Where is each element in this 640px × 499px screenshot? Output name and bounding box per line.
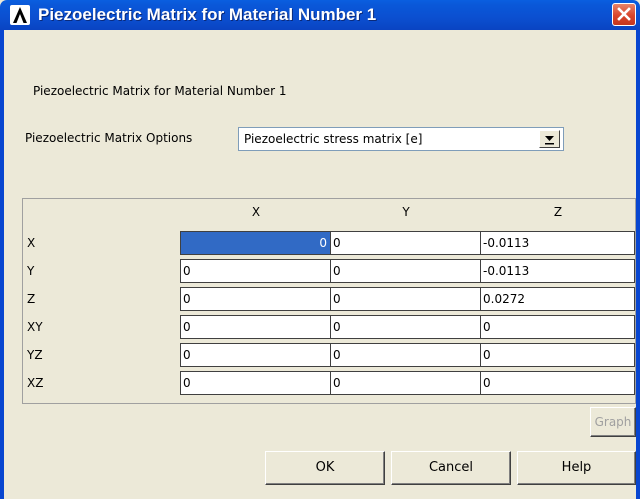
cell-xy-y[interactable]: 0 bbox=[330, 315, 482, 339]
cell-yz-y[interactable]: 0 bbox=[330, 343, 482, 367]
cell-z-x[interactable]: 0 bbox=[180, 287, 332, 311]
row-label-y: Y bbox=[27, 264, 35, 278]
cell-y-y[interactable]: 0 bbox=[330, 259, 482, 283]
window-title: Piezoelectric Matrix for Material Number… bbox=[38, 5, 377, 24]
window-frame-left bbox=[0, 30, 4, 499]
close-button[interactable] bbox=[612, 3, 636, 26]
cell-xy-x[interactable]: 0 bbox=[180, 315, 332, 339]
cell-yz-x[interactable]: 0 bbox=[180, 343, 332, 367]
matrix-table: X Y Z X 0 0 -0.0113 Y 0 0 -0.0113 Z 0 0 … bbox=[22, 198, 636, 404]
row-label-z: Z bbox=[27, 292, 36, 306]
cell-xy-z[interactable]: 0 bbox=[480, 315, 635, 339]
cell-xz-z[interactable]: 0 bbox=[480, 371, 635, 395]
row-label-x: X bbox=[27, 236, 36, 250]
matrix-options-selected: Piezoelectric stress matrix [e] bbox=[244, 132, 423, 146]
dialog-window: Piezoelectric Matrix for Material Number… bbox=[0, 0, 640, 499]
row-label-xy: XY bbox=[27, 320, 43, 334]
ok-button[interactable]: OK bbox=[265, 451, 385, 485]
matrix-options-dropdown[interactable]: Piezoelectric stress matrix [e] bbox=[238, 127, 564, 151]
cell-x-x[interactable]: 0 bbox=[180, 231, 332, 255]
cell-z-z[interactable]: 0.0272 bbox=[480, 287, 635, 311]
help-button[interactable]: Help bbox=[517, 451, 636, 485]
row-label-xz: XZ bbox=[27, 376, 44, 390]
cell-y-x[interactable]: 0 bbox=[180, 259, 332, 283]
cell-z-y[interactable]: 0 bbox=[330, 287, 482, 311]
matrix-options-label: Piezoelectric Matrix Options bbox=[25, 131, 193, 145]
cell-x-y[interactable]: 0 bbox=[330, 231, 482, 255]
cancel-button[interactable]: Cancel bbox=[391, 451, 511, 485]
graph-button[interactable]: Graph bbox=[590, 407, 636, 437]
dialog-heading: Piezoelectric Matrix for Material Number… bbox=[33, 84, 287, 98]
window-frame-right bbox=[636, 30, 640, 499]
column-header-z: Z bbox=[553, 205, 563, 219]
cell-yz-z[interactable]: 0 bbox=[480, 343, 635, 367]
cell-y-z[interactable]: -0.0113 bbox=[480, 259, 635, 283]
dropdown-arrow-icon[interactable] bbox=[539, 130, 560, 148]
column-header-x: X bbox=[251, 205, 261, 219]
column-header-y: Y bbox=[402, 205, 410, 219]
ansys-logo-icon bbox=[10, 5, 30, 25]
cell-xz-x[interactable]: 0 bbox=[180, 371, 332, 395]
title-bar[interactable]: Piezoelectric Matrix for Material Number… bbox=[0, 0, 640, 30]
cell-x-z[interactable]: -0.0113 bbox=[480, 231, 635, 255]
row-label-yz: YZ bbox=[27, 348, 43, 362]
cell-xz-y[interactable]: 0 bbox=[330, 371, 482, 395]
